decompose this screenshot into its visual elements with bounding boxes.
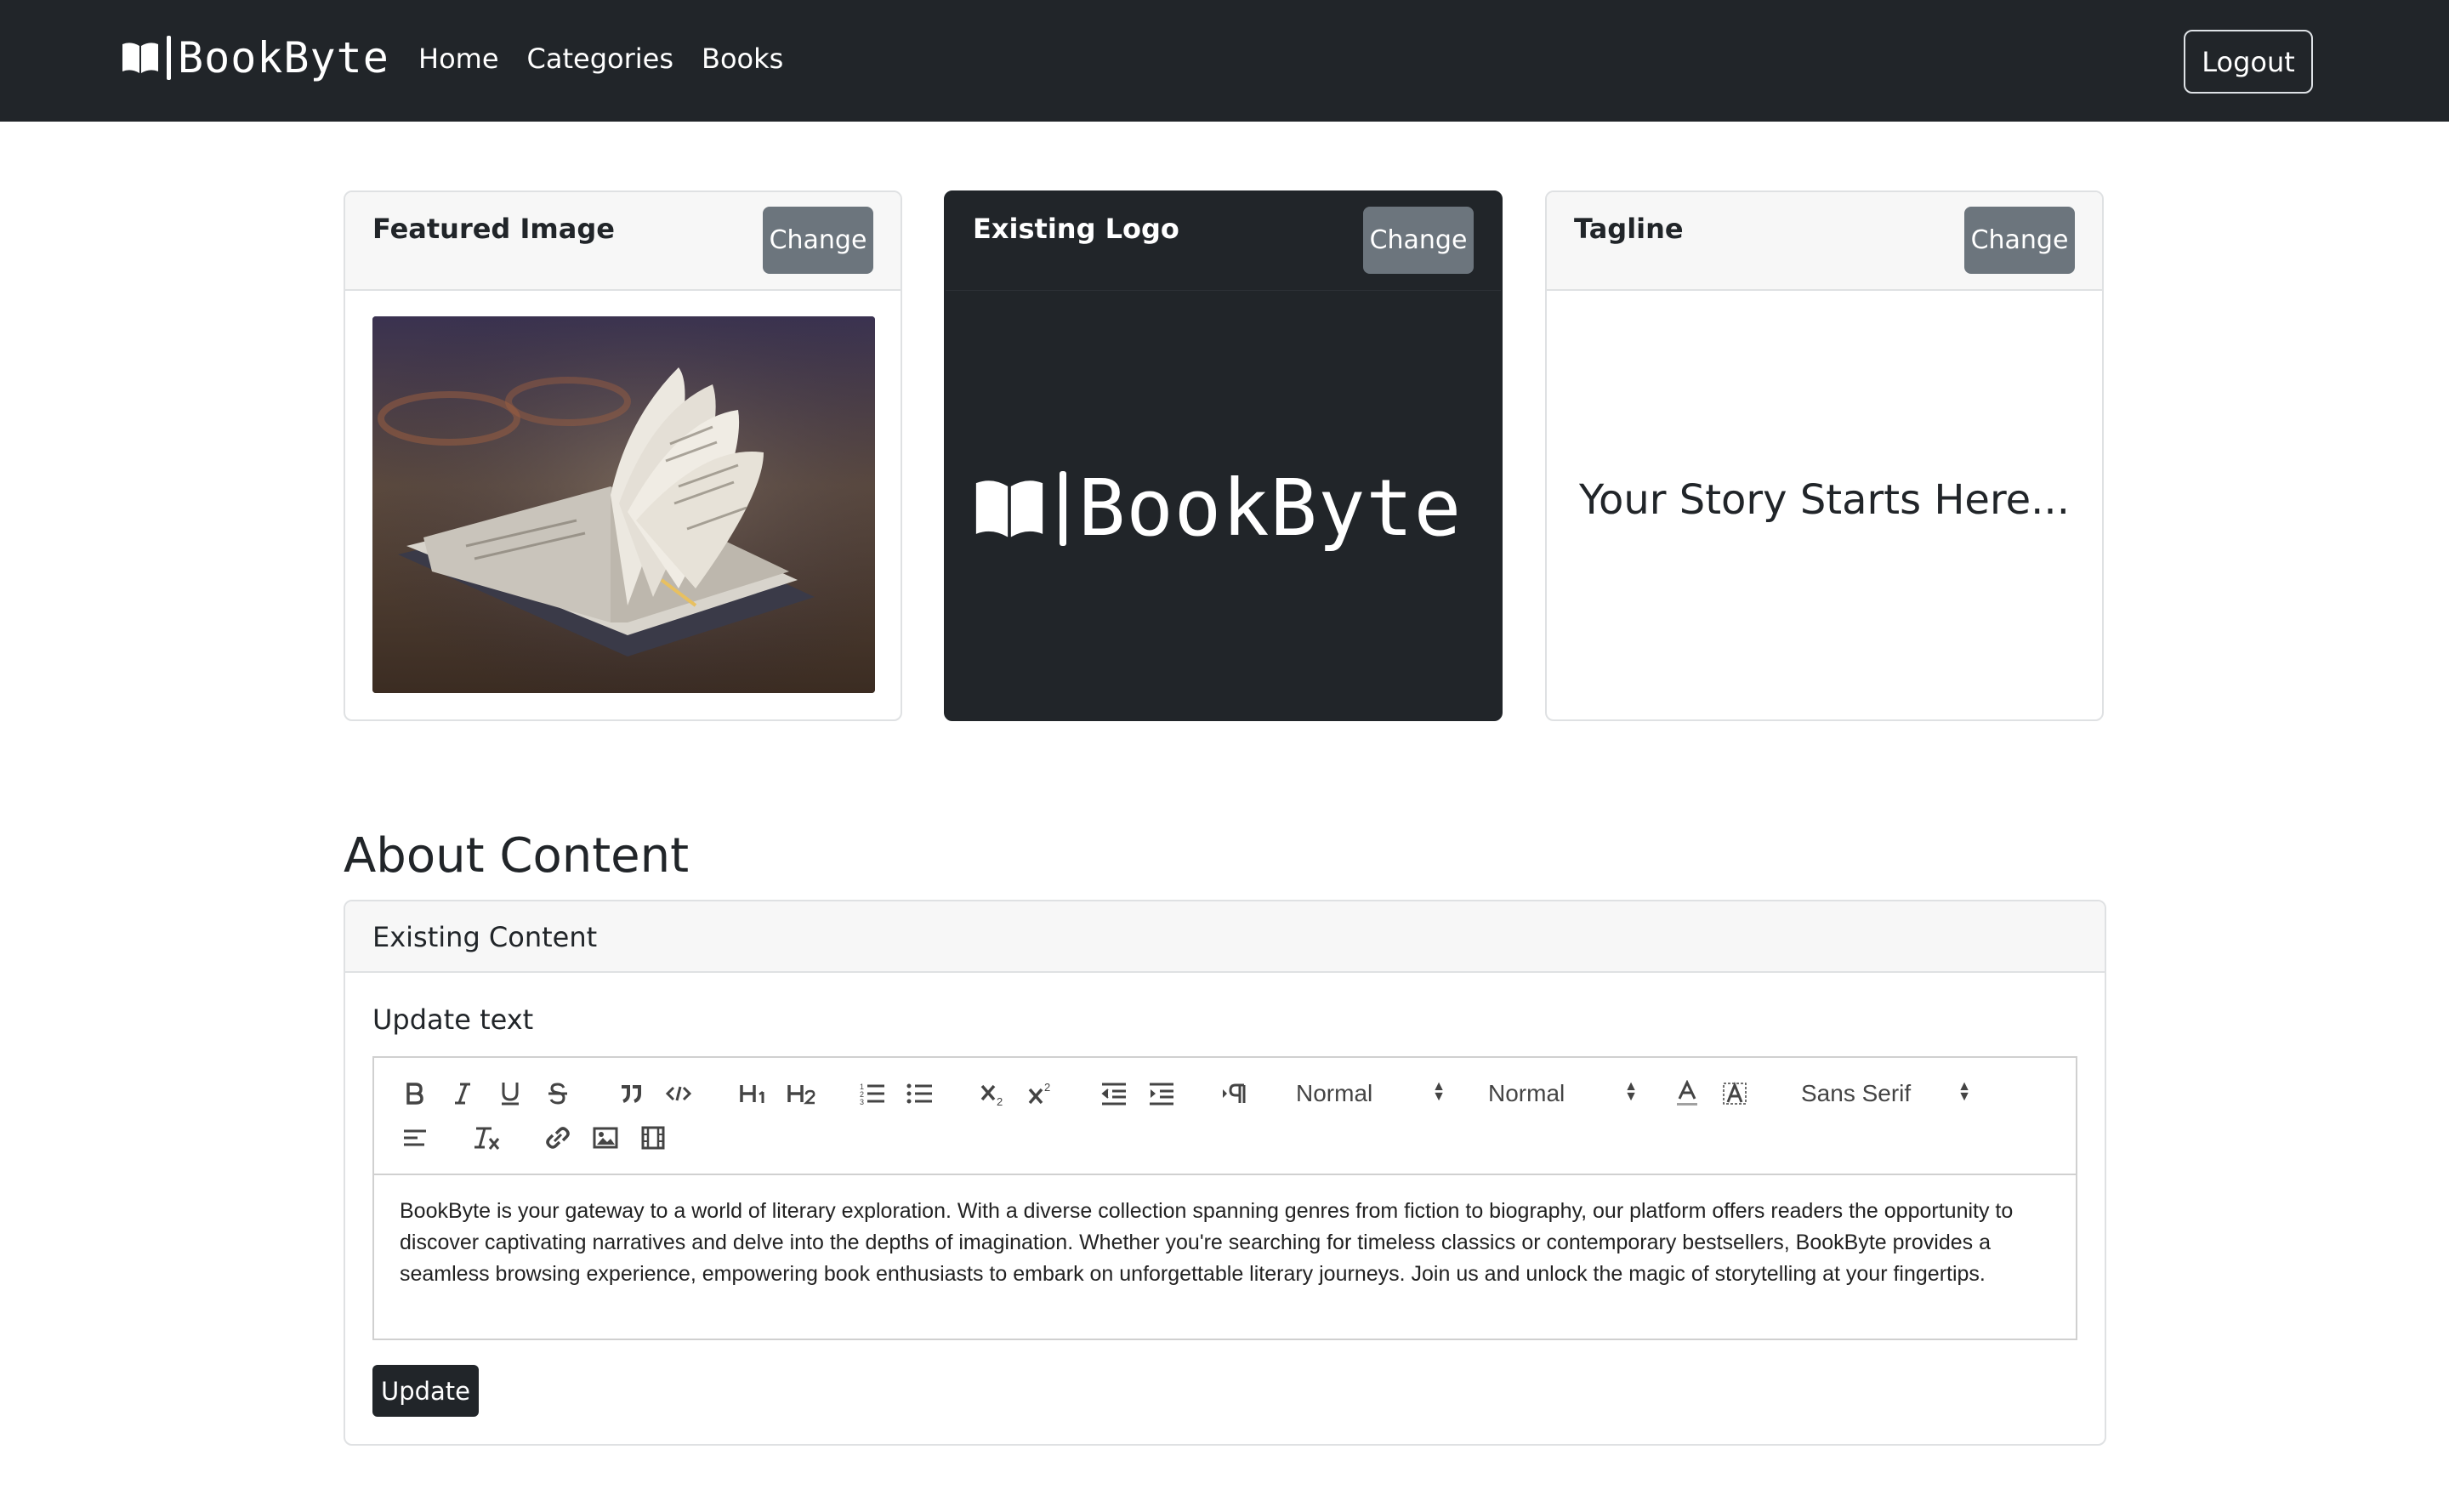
existing-content-header: Existing Content [372, 921, 598, 953]
card-header: Existing Logo Change [946, 192, 1501, 291]
h1-icon[interactable] [735, 1077, 774, 1111]
size-select-value: Normal [1488, 1080, 1565, 1106]
superscript-icon[interactable]: 2 [1024, 1077, 1058, 1111]
about-heading: About Content [344, 828, 690, 884]
header-select-value: Normal [1296, 1080, 1373, 1106]
rich-text-editor: 123 2 2 Normal ▲ ▼ Normal ▲ ▼ Sans Serif… [372, 1056, 2077, 1340]
align-icon[interactable] [398, 1121, 432, 1155]
top-navbar: BookByte Home Categories Books Logout [0, 0, 2449, 122]
update-text-label: Update text [372, 1003, 534, 1036]
size-select[interactable]: Normal ▲ ▼ [1488, 1077, 1638, 1111]
card-title: Featured Image [372, 213, 615, 245]
select-arrows-icon: ▲ ▼ [1957, 1079, 1971, 1104]
strike-icon[interactable] [541, 1077, 575, 1111]
change-tagline-button[interactable]: Change [1964, 207, 2075, 274]
svg-text:3: 3 [860, 1098, 864, 1106]
text-color-icon[interactable] [1670, 1077, 1704, 1111]
header-select[interactable]: Normal ▲ ▼ [1296, 1077, 1446, 1111]
subscript-icon[interactable]: 2 [976, 1077, 1010, 1111]
code-icon[interactable] [662, 1077, 696, 1111]
existing-logo-card: Existing Logo Change BookByte [944, 190, 1503, 721]
logo-divider [1060, 470, 1066, 546]
ordered-list-icon[interactable]: 123 [855, 1077, 889, 1111]
font-select-value: Sans Serif [1801, 1080, 1912, 1106]
link-icon[interactable] [541, 1121, 575, 1155]
book-icon [975, 480, 1043, 537]
book-icon [122, 43, 158, 73]
brand-logo[interactable]: BookByte [121, 32, 389, 83]
svg-text:2: 2 [1044, 1081, 1050, 1094]
update-button[interactable]: Update [372, 1365, 479, 1417]
logo-preview: BookByte [973, 463, 1462, 554]
bullet-list-icon[interactable] [903, 1077, 937, 1111]
image-icon[interactable] [588, 1121, 622, 1155]
background-color-icon[interactable] [1718, 1077, 1752, 1111]
brand-divider [167, 36, 171, 80]
brand-text: BookByte [178, 33, 389, 82]
nav-links: Home Categories Books [418, 43, 783, 75]
tagline-text: Your Story Starts Here... [1579, 476, 2070, 524]
logo-text: BookByte [1078, 463, 1463, 554]
open-book-photo [372, 316, 875, 693]
featured-image [372, 316, 875, 693]
h2-icon[interactable] [782, 1077, 821, 1111]
featured-image-card: Featured Image Change [344, 190, 902, 721]
logout-button[interactable]: Logout [2184, 30, 2313, 94]
change-logo-button[interactable]: Change [1363, 207, 1474, 274]
underline-icon[interactable] [493, 1077, 527, 1111]
card-header: Existing Content [345, 901, 2105, 973]
card-header: Featured Image Change [345, 192, 901, 291]
blockquote-icon[interactable] [614, 1077, 648, 1111]
clear-format-icon[interactable] [469, 1121, 503, 1155]
tagline-card: Tagline Change Your Story Starts Here... [1545, 190, 2104, 721]
card-title: Tagline [1574, 213, 1684, 245]
select-arrows-icon: ▲ ▼ [1624, 1079, 1638, 1104]
indent-icon[interactable] [1145, 1077, 1179, 1111]
about-content-card: Existing Content Update text 1 2 3 2 2 N… [344, 900, 2106, 1446]
nav-link-categories[interactable]: Categories [527, 43, 673, 75]
card-title: Existing Logo [973, 213, 1179, 245]
nav-link-books[interactable]: Books [702, 43, 783, 75]
card-header: Tagline Change [1547, 192, 2102, 291]
font-select[interactable]: Sans Serif ▲ ▼ [1801, 1077, 1971, 1111]
rtl-direction-icon[interactable] [1218, 1077, 1252, 1111]
editor-toolbar: 123 2 2 Normal ▲ ▼ Normal ▲ ▼ Sans Serif… [374, 1058, 2076, 1175]
italic-icon[interactable] [446, 1077, 480, 1111]
video-icon[interactable] [636, 1121, 670, 1155]
outdent-icon[interactable] [1097, 1077, 1131, 1111]
editor-content[interactable]: BookByte is your gateway to a world of l… [400, 1196, 2049, 1290]
bold-icon[interactable] [398, 1077, 432, 1111]
nav-link-home[interactable]: Home [418, 43, 499, 75]
svg-text:2: 2 [997, 1095, 1003, 1106]
select-arrows-icon: ▲ ▼ [1432, 1079, 1446, 1104]
change-featured-image-button[interactable]: Change [763, 207, 873, 274]
